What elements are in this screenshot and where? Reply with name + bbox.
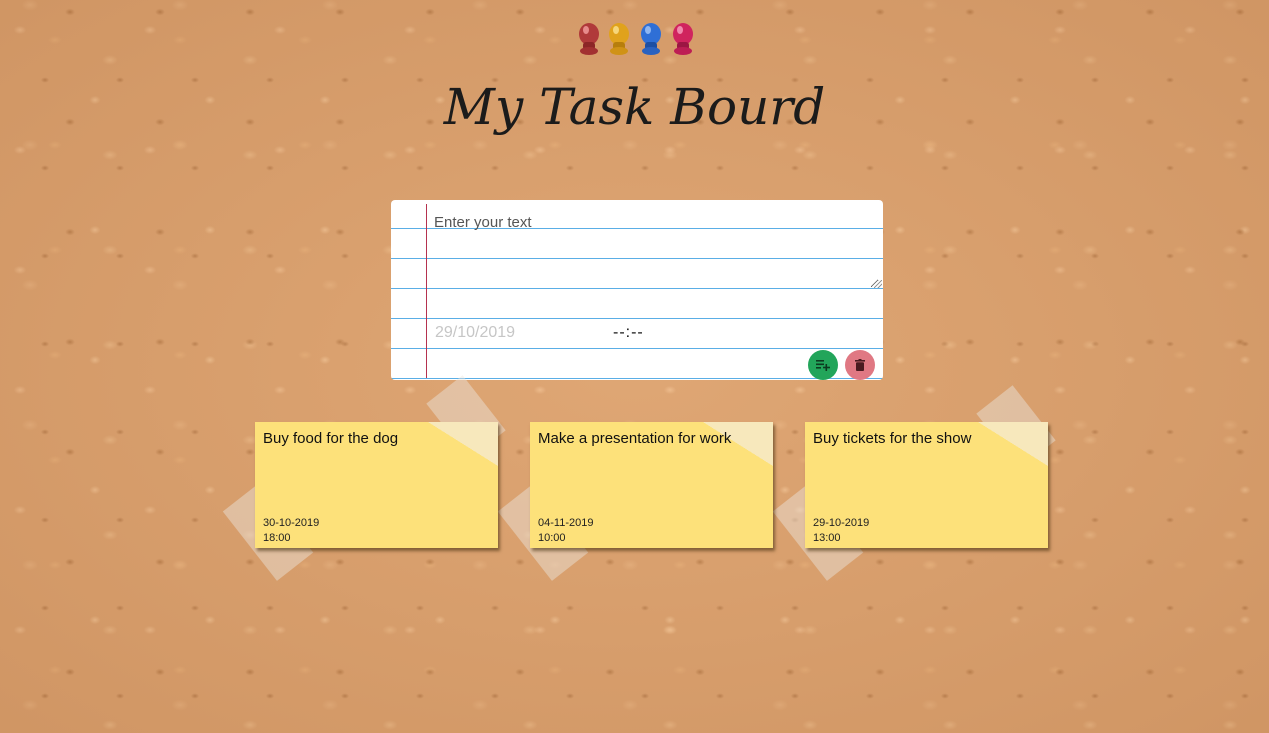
red-push-pin-icon (574, 22, 604, 60)
task-note-text: Buy tickets for the show (813, 430, 972, 447)
task-note-time: 10:00 (538, 532, 566, 544)
pink-push-pin-icon (668, 22, 698, 60)
task-note-text: Make a presentation for work (538, 430, 732, 447)
task-note[interactable]: Make a presentation for work 04-11-2019 … (530, 422, 773, 548)
page-title: My Task Bourd (443, 78, 826, 136)
note-corner-fold (428, 422, 498, 466)
note-corner-fold (978, 422, 1048, 466)
task-note[interactable]: Buy food for the dog 30-10-2019 18:00 (255, 422, 498, 548)
task-note-time: 13:00 (813, 532, 841, 544)
task-note-time: 18:00 (263, 532, 291, 544)
add-task-button[interactable] (808, 350, 838, 380)
task-note-text: Buy food for the dog (263, 430, 399, 447)
task-text-input[interactable] (429, 204, 879, 288)
notepad-margin-line (426, 204, 427, 378)
yellow-push-pin-icon (604, 22, 634, 60)
task-note-date: 29-10-2019 (813, 517, 870, 529)
textarea-resize-handle[interactable] (874, 280, 882, 288)
task-note-date: 30-10-2019 (263, 517, 320, 529)
task-note[interactable]: Buy tickets for the show 29-10-2019 13:0… (805, 422, 1048, 548)
blue-push-pin-icon (636, 22, 666, 60)
clear-form-button[interactable] (845, 350, 875, 380)
time-input[interactable]: --:-- (613, 324, 644, 342)
trash-icon (855, 359, 865, 371)
pins-decoration (574, 22, 704, 62)
task-form: 29/10/2019 --:-- (391, 200, 883, 380)
date-input[interactable]: 29/10/2019 (435, 324, 515, 342)
playlist-add-icon (816, 360, 830, 371)
task-note-date: 04-11-2019 (538, 517, 594, 529)
